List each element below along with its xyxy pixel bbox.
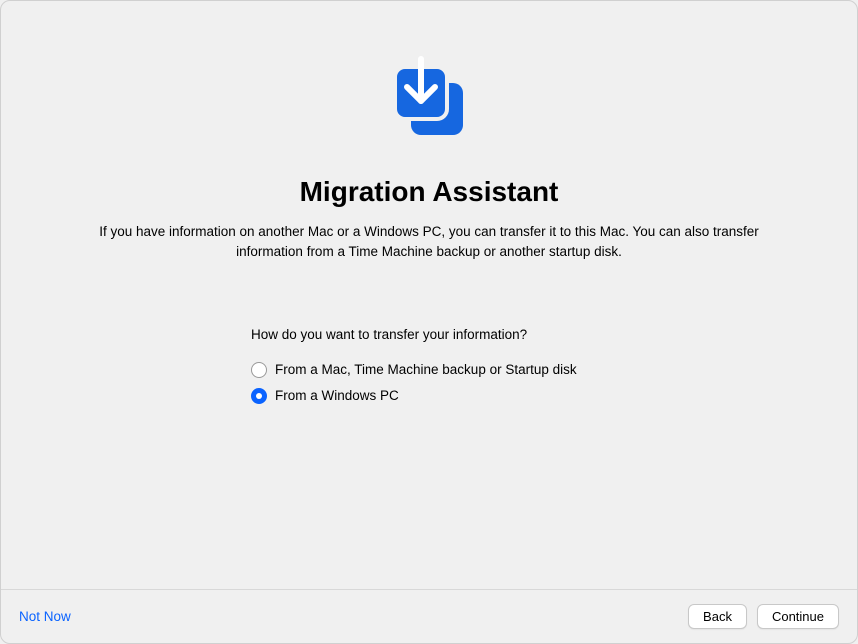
migration-assistant-icon bbox=[379, 51, 479, 156]
radio-option-mac[interactable]: From a Mac, Time Machine backup or Start… bbox=[251, 362, 577, 378]
back-button[interactable]: Back bbox=[688, 604, 747, 629]
options-block: How do you want to transfer your informa… bbox=[251, 327, 577, 404]
radio-option-windows[interactable]: From a Windows PC bbox=[251, 388, 577, 404]
radio-label-windows: From a Windows PC bbox=[275, 388, 399, 403]
description-text: If you have information on another Mac o… bbox=[89, 222, 769, 263]
prompt-text: How do you want to transfer your informa… bbox=[251, 327, 577, 342]
main-content: Migration Assistant If you have informat… bbox=[1, 1, 857, 589]
radio-group: From a Mac, Time Machine backup or Start… bbox=[251, 362, 577, 404]
radio-label-mac: From a Mac, Time Machine backup or Start… bbox=[275, 362, 577, 377]
continue-button[interactable]: Continue bbox=[757, 604, 839, 629]
page-title: Migration Assistant bbox=[300, 176, 559, 208]
not-now-link[interactable]: Not Now bbox=[19, 609, 71, 624]
radio-button-windows[interactable] bbox=[251, 388, 267, 404]
radio-button-mac[interactable] bbox=[251, 362, 267, 378]
footer-bar: Not Now Back Continue bbox=[1, 589, 857, 643]
